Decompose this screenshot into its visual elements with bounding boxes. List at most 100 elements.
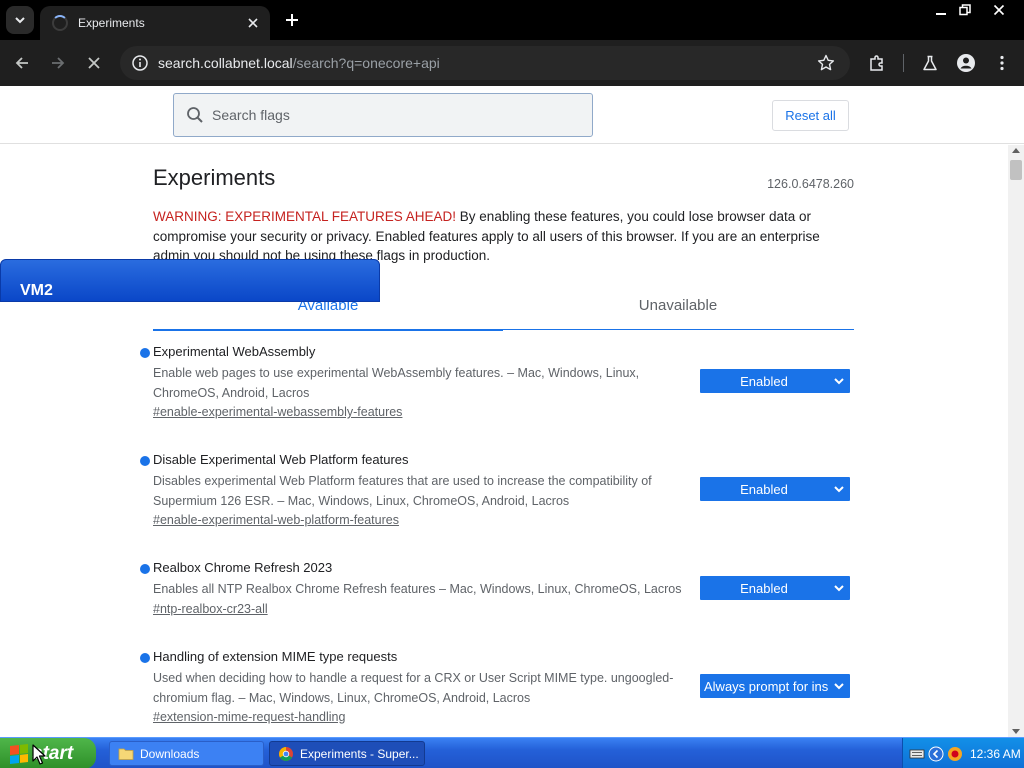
chevron-down-icon <box>828 682 850 690</box>
page-scrollbar[interactable] <box>1008 145 1024 737</box>
flag-item: Handling of extension MIME type requests… <box>140 649 860 729</box>
profile-icon <box>957 54 975 72</box>
active-tab-indicator <box>153 329 503 331</box>
labs-icon <box>923 55 937 71</box>
taskbar-item-label: Experiments - Super... <box>300 746 419 761</box>
page-title: Experiments <box>153 165 276 190</box>
taskbar-item-downloads[interactable]: Downloads <box>109 741 264 766</box>
forward-button[interactable] <box>44 49 72 77</box>
flag-indicator-dot <box>140 456 150 466</box>
back-icon <box>15 57 28 69</box>
url-text: search.collabnet.local/search?q=onecore+… <box>158 55 440 71</box>
folder-icon <box>118 748 134 760</box>
flag-name: Handling of extension MIME type requests <box>153 649 398 664</box>
flag-select[interactable]: Enabled <box>700 369 850 393</box>
site-info-button[interactable] <box>130 53 150 73</box>
search-box[interactable] <box>173 93 593 137</box>
bookmark-button[interactable] <box>812 49 840 77</box>
close-icon <box>248 18 258 28</box>
flag-description: Used when deciding how to handle a reque… <box>153 671 674 705</box>
star-icon <box>817 54 835 71</box>
screen: Experiments search.collabnet.local/searc… <box>0 0 1024 768</box>
reset-all-button[interactable]: Reset all <box>772 100 849 131</box>
scroll-up-arrow[interactable] <box>1012 148 1020 153</box>
browser-toolbar: search.collabnet.local/search?q=onecore+… <box>0 40 1024 86</box>
address-bar[interactable]: search.collabnet.local/search?q=onecore+… <box>120 46 850 80</box>
flag-item: Realbox Chrome Refresh 2023 Enables all … <box>140 560 860 620</box>
menu-button[interactable] <box>988 49 1016 77</box>
flag-select-value: Enabled <box>740 373 788 389</box>
warning-prefix: WARNING: EXPERIMENTAL FEATURES AHEAD! <box>153 209 457 224</box>
system-tray: 12:36 AM <box>902 738 1024 768</box>
flag-select[interactable]: Enabled <box>700 477 850 501</box>
restore-icon <box>959 4 971 16</box>
flag-description: Disables experimental Web Platform featu… <box>153 474 652 508</box>
version-label: 126.0.6478.260 <box>767 177 854 191</box>
restore-button[interactable] <box>952 0 978 20</box>
site-info-icon <box>132 55 148 71</box>
url-path: /search?q=onecore+api <box>292 55 440 71</box>
toolbar-divider <box>903 54 904 72</box>
warning-text: WARNING: EXPERIMENTAL FEATURES AHEAD! By… <box>153 207 853 266</box>
vm-label: VM2 <box>20 282 53 299</box>
tab-title: Experiments <box>78 16 145 30</box>
flag-indicator-dot <box>140 564 150 574</box>
flag-select-value: Enabled <box>740 580 788 596</box>
search-input[interactable] <box>212 107 572 123</box>
flag-description: Enable web pages to use experimental Web… <box>153 366 640 400</box>
shield-icon[interactable] <box>947 746 963 762</box>
chevron-down-icon <box>828 584 850 592</box>
flag-select-value: Enabled <box>740 481 788 497</box>
flags-header: Reset all <box>0 86 1024 144</box>
spinner-icon <box>52 15 68 31</box>
minimize-button[interactable] <box>928 0 954 20</box>
menu-icon <box>1000 55 1004 71</box>
chrome-icon <box>279 746 293 761</box>
stop-icon <box>88 57 100 69</box>
search-icon <box>187 107 203 123</box>
new-tab-button[interactable] <box>282 10 302 30</box>
extensions-button[interactable] <box>863 49 891 77</box>
tab-experiments[interactable]: Experiments <box>40 6 270 40</box>
vm-overlay-banner: VM2 <box>0 259 380 302</box>
flag-item: Experimental WebAssembly Enable web page… <box>140 344 860 424</box>
clock: 12:36 AM <box>970 746 1021 761</box>
flag-select[interactable]: Always prompt for ins <box>700 674 850 698</box>
windows-logo-icon <box>10 743 28 764</box>
keyboard-icon[interactable] <box>909 746 925 762</box>
start-button[interactable]: start <box>0 738 96 768</box>
flag-indicator-dot <box>140 653 150 663</box>
tab-search-icon <box>15 17 25 24</box>
taskbar-item-label: Downloads <box>140 746 200 761</box>
flag-indicator-dot <box>140 348 150 358</box>
flag-link[interactable]: #enable-experimental-webassembly-feature… <box>153 405 402 419</box>
flag-select-value: Always prompt for ins <box>704 678 828 694</box>
plus-icon <box>286 14 298 26</box>
flag-link[interactable]: #enable-experimental-web-platform-featur… <box>153 513 399 527</box>
scroll-thumb[interactable] <box>1010 160 1022 180</box>
taskbar-item-experiments[interactable]: Experiments - Super... <box>269 741 425 766</box>
profile-button[interactable] <box>952 49 980 77</box>
close-window-button[interactable] <box>986 0 1012 20</box>
flag-name: Disable Experimental Web Platform featur… <box>153 452 409 467</box>
tab-search-button[interactable] <box>6 6 34 34</box>
tab-strip: Experiments <box>0 0 1024 40</box>
flag-link[interactable]: #extension-mime-request-handling <box>153 710 345 724</box>
flag-item: Disable Experimental Web Platform featur… <box>140 452 860 532</box>
flag-description: Enables all NTP Realbox Chrome Refresh f… <box>153 582 682 596</box>
scroll-down-arrow[interactable] <box>1012 729 1020 734</box>
cursor-icon <box>32 744 46 765</box>
labs-button[interactable] <box>916 49 944 77</box>
tab-close-button[interactable] <box>244 14 262 32</box>
url-host: search.collabnet.local <box>158 55 293 71</box>
back-button[interactable] <box>8 49 36 77</box>
chevron-down-icon <box>828 377 850 385</box>
flag-name: Experimental WebAssembly <box>153 344 316 359</box>
chevron-left-icon[interactable] <box>928 746 944 762</box>
flag-link[interactable]: #ntp-realbox-cr23-all <box>153 602 268 616</box>
flags-content: Experiments 126.0.6478.260 WARNING: EXPE… <box>0 145 1008 737</box>
stop-button[interactable] <box>80 49 108 77</box>
flag-select[interactable]: Enabled <box>700 576 850 600</box>
tab-unavailable[interactable]: Unavailable <box>503 297 853 314</box>
close-icon <box>993 4 1005 16</box>
